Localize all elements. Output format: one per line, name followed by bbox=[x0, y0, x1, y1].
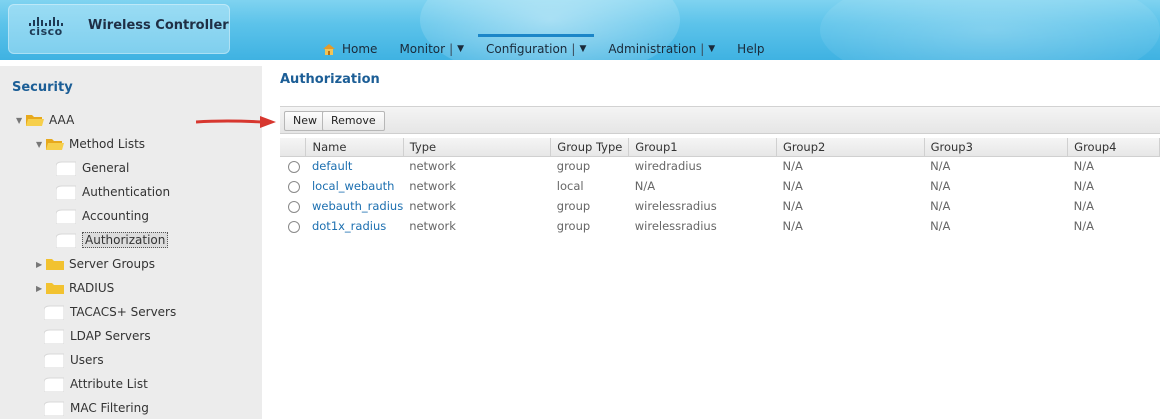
method-list-link[interactable]: local_webauth bbox=[312, 179, 394, 193]
page-icon bbox=[44, 305, 64, 320]
table-row[interactable]: webauth_radius network group wirelessrad… bbox=[280, 196, 1160, 216]
toolbar: New Remove bbox=[280, 106, 1160, 134]
nav-home[interactable]: Home bbox=[322, 42, 377, 56]
radio-icon[interactable] bbox=[288, 160, 300, 173]
column-header-group3[interactable]: Group3 bbox=[924, 138, 1069, 157]
table-header-row: Name Type Group Type Group1 Group2 Group… bbox=[280, 138, 1160, 157]
table-cell: N/A bbox=[782, 159, 803, 174]
page-icon bbox=[44, 329, 64, 344]
table-cell: group bbox=[556, 219, 591, 233]
table-cell: network bbox=[409, 179, 456, 193]
nav-help[interactable]: Help bbox=[737, 42, 764, 56]
expand-down-icon[interactable]: ▼ bbox=[36, 140, 46, 149]
column-header-group2[interactable]: Group2 bbox=[776, 138, 925, 157]
tree-item-server-groups[interactable]: ▶ Server Groups bbox=[36, 254, 155, 274]
table-cell: group bbox=[556, 159, 591, 174]
expand-down-icon[interactable]: ▼ bbox=[16, 116, 26, 125]
table-cell: N/A bbox=[930, 159, 951, 174]
table-cell: wiredradius bbox=[634, 159, 702, 174]
brand-area: cisco Wireless Controller bbox=[8, 4, 230, 54]
radio-icon[interactable] bbox=[288, 180, 300, 193]
page-icon bbox=[44, 377, 64, 392]
cisco-logo: cisco bbox=[25, 16, 67, 38]
tree-item-method-lists[interactable]: ▼ Method Lists bbox=[36, 134, 145, 154]
tree-item-general[interactable]: General bbox=[56, 158, 129, 178]
page-icon bbox=[56, 185, 76, 200]
table-cell: N/A bbox=[1073, 219, 1095, 233]
chevron-down-icon: ▼ bbox=[708, 44, 716, 54]
home-icon bbox=[323, 44, 335, 55]
folder-icon bbox=[46, 283, 64, 294]
column-header-type[interactable]: Type bbox=[403, 138, 552, 157]
nav-administration[interactable]: Administration | ▼ bbox=[608, 42, 715, 56]
table-cell: N/A bbox=[634, 179, 656, 193]
table-cell: N/A bbox=[1073, 199, 1095, 213]
table-cell: N/A bbox=[930, 219, 951, 233]
table-cell: N/A bbox=[930, 179, 951, 193]
table-cell: wirelessradius bbox=[634, 219, 717, 233]
tree-item-ldap[interactable]: LDAP Servers bbox=[44, 326, 151, 346]
sidebar-title: Security bbox=[12, 80, 73, 95]
folder-icon bbox=[46, 259, 64, 270]
expand-right-icon[interactable]: ▶ bbox=[36, 260, 46, 269]
table-cell: N/A bbox=[782, 199, 803, 213]
tree-item-mac-filtering[interactable]: MAC Filtering bbox=[44, 398, 149, 418]
method-list-link[interactable]: dot1x_radius bbox=[312, 219, 386, 233]
nav-configuration[interactable]: Configuration | ▼ bbox=[478, 34, 595, 56]
table-cell: N/A bbox=[782, 219, 803, 233]
tree-item-users[interactable]: Users bbox=[44, 350, 104, 370]
table-row[interactable]: default network group wiredradius N/A N/… bbox=[280, 156, 1160, 176]
table-cell: N/A bbox=[782, 179, 803, 193]
column-header-name[interactable]: Name bbox=[305, 138, 404, 157]
table-row[interactable]: local_webauth network local N/A N/A N/A … bbox=[280, 176, 1160, 196]
radio-icon[interactable] bbox=[288, 200, 300, 213]
tree-item-attribute-list[interactable]: Attribute List bbox=[44, 374, 148, 394]
table-row[interactable]: dot1x_radius network group wirelessradiu… bbox=[280, 216, 1160, 236]
table-cell: local bbox=[556, 179, 584, 193]
column-header-group1[interactable]: Group1 bbox=[628, 138, 777, 157]
arrow-icon bbox=[196, 116, 276, 128]
column-header-group4[interactable]: Group4 bbox=[1067, 138, 1160, 157]
table-cell: group bbox=[556, 199, 591, 213]
authorization-table: Name Type Group Type Group1 Group2 Group… bbox=[280, 138, 1160, 236]
folder-open-icon bbox=[46, 139, 64, 150]
tree-item-aaa[interactable]: ▼ AAA bbox=[16, 110, 74, 130]
column-header-group-type[interactable]: Group Type bbox=[550, 138, 630, 157]
method-list-link[interactable]: default bbox=[312, 159, 352, 173]
table-cell: network bbox=[409, 159, 456, 174]
tree-item-accounting[interactable]: Accounting bbox=[56, 206, 149, 226]
top-nav: Home Monitor | ▼ Configuration | ▼ Admin… bbox=[322, 34, 787, 58]
page-icon bbox=[56, 161, 76, 176]
table-cell: network bbox=[409, 199, 456, 213]
page-icon bbox=[44, 401, 64, 416]
table-cell: wirelessradius bbox=[634, 199, 717, 213]
selected-tree-label: Authorization bbox=[82, 232, 169, 248]
expand-right-icon[interactable]: ▶ bbox=[36, 284, 46, 293]
method-list-link[interactable]: webauth_radius bbox=[312, 199, 403, 213]
chevron-down-icon: ▼ bbox=[579, 44, 587, 54]
tree-item-authentication[interactable]: Authentication bbox=[56, 182, 170, 202]
app-title: Wireless Controller bbox=[88, 18, 229, 33]
nav-monitor[interactable]: Monitor | ▼ bbox=[399, 42, 464, 56]
radio-icon[interactable] bbox=[288, 220, 300, 233]
column-select-header bbox=[280, 138, 307, 157]
page-title: Authorization bbox=[280, 72, 380, 87]
table-cell: N/A bbox=[930, 199, 951, 213]
page-icon bbox=[56, 233, 76, 248]
chevron-down-icon: ▼ bbox=[457, 44, 465, 54]
top-banner: cisco Wireless Controller Home Monitor |… bbox=[0, 0, 1160, 60]
new-button[interactable]: New bbox=[284, 111, 326, 131]
table-cell: N/A bbox=[1073, 179, 1095, 193]
tree-item-authorization[interactable]: Authorization bbox=[56, 230, 169, 250]
table-cell: network bbox=[409, 219, 456, 233]
folder-open-icon bbox=[26, 115, 44, 126]
tree-item-radius[interactable]: ▶ RADIUS bbox=[36, 278, 114, 298]
page-icon bbox=[44, 353, 64, 368]
page-icon bbox=[56, 209, 76, 224]
table-cell: N/A bbox=[1073, 159, 1095, 174]
remove-button[interactable]: Remove bbox=[322, 111, 385, 131]
tree-item-tacacs[interactable]: TACACS+ Servers bbox=[44, 302, 176, 322]
